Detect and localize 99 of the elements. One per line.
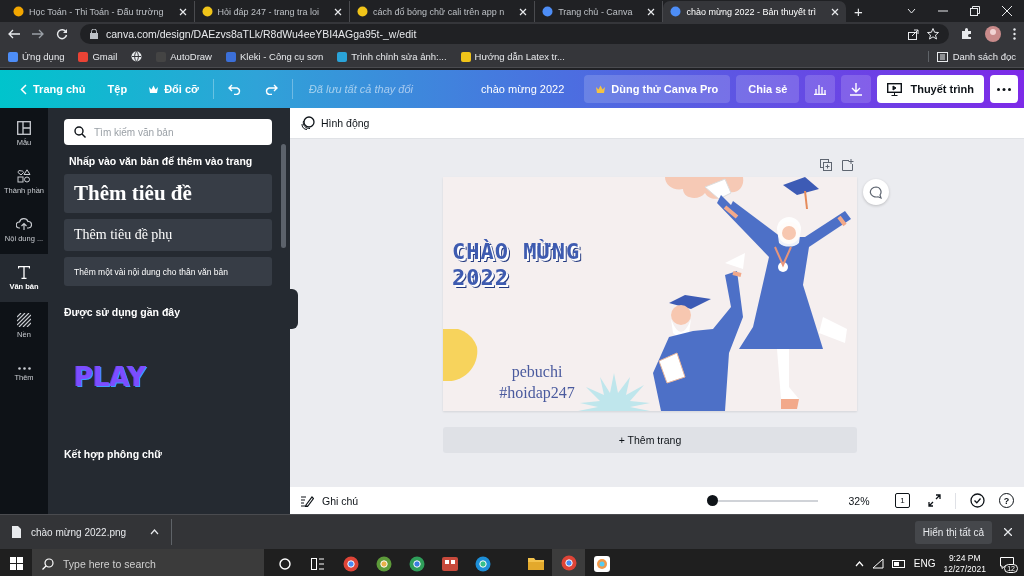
notes-icon [300, 494, 314, 507]
avatar-icon[interactable] [985, 26, 1001, 42]
close-icon[interactable] [831, 7, 839, 16]
hatch-pattern-icon [17, 313, 31, 327]
save-status: Đã lưu tất cả thay đổi [308, 83, 414, 95]
bookmark-icon [78, 51, 89, 62]
reading-list-button[interactable]: Danh sách đọc [927, 51, 1016, 62]
bookmark-link[interactable]: AutoDraw [156, 51, 212, 62]
bookmark-link[interactable]: Trình chỉnh sửa ảnh:... [337, 51, 447, 62]
share-icon[interactable] [908, 28, 919, 40]
heading-style-option[interactable]: Thêm tiêu đề [64, 174, 272, 213]
list-icon [936, 51, 948, 62]
bookmark-link[interactable]: Hướng dẫn Latex tr... [460, 51, 565, 62]
more-icon [17, 366, 31, 370]
design-title[interactable]: chào mừng 2022 [467, 83, 579, 95]
slider-thumb[interactable] [707, 495, 718, 506]
redo-icon[interactable] [263, 83, 278, 95]
comment-icon[interactable] [863, 179, 889, 205]
subheading-style-option[interactable]: Thêm tiêu đề phụ [64, 219, 272, 251]
layout-icon [17, 121, 31, 135]
body-text-style-option[interactable]: Thêm một vài nội dung cho thân văn bản [64, 257, 272, 286]
star-icon[interactable] [927, 28, 939, 40]
present-button[interactable]: Thuyết trình [877, 75, 984, 103]
try-pro-button[interactable]: Dùng thử Canva Pro [584, 75, 731, 103]
undo-icon[interactable] [227, 83, 242, 95]
site-icon [357, 6, 369, 17]
crown-icon [149, 85, 159, 93]
caret-icon[interactable] [150, 529, 160, 535]
share-button[interactable]: Chia sẻ [736, 75, 800, 103]
globe-icon[interactable] [131, 51, 143, 62]
fullscreen-icon[interactable] [928, 494, 941, 507]
bookmark-link[interactable]: Gmail [78, 51, 118, 62]
bookmark-link[interactable]: Ứng dụng [8, 51, 65, 62]
chevron-down-icon[interactable] [907, 8, 916, 14]
close-icon[interactable] [519, 7, 528, 16]
bookmark-icon [460, 51, 471, 62]
close-icon[interactable] [1004, 528, 1012, 536]
download-file-name[interactable]: chào mừng 2022.png [31, 526, 127, 538]
puzzle-icon[interactable] [961, 28, 973, 40]
text-t-icon [18, 265, 30, 279]
cloud-upload-icon [16, 217, 32, 231]
close-icon[interactable] [647, 7, 656, 16]
address-bar[interactable]: canva.com/design/DAEzvs8aTLk/R8dWu4eeYBI4AGga95t-_w/edit [80, 24, 949, 44]
design-credit-text[interactable]: pebuchi #hoidap247 [488, 361, 586, 403]
chevron-left-icon [20, 83, 27, 95]
design-page[interactable]: CHÀO MỪNG 2022 pebuchi #hoidap247 [443, 177, 857, 411]
monitor-icon [887, 82, 903, 96]
back-icon[interactable] [8, 29, 20, 39]
new-tab-button[interactable]: + [846, 2, 871, 22]
duplicate-icon[interactable] [820, 159, 832, 171]
search-field[interactable]: Tìm kiếm văn bản [64, 119, 272, 145]
add-page-button[interactable]: + Thêm trang [443, 427, 857, 453]
bar-chart-icon[interactable] [805, 75, 836, 103]
bookmark-icon [8, 51, 18, 62]
shapes-icon [17, 169, 31, 183]
menu-icon[interactable] [1013, 28, 1016, 40]
battery-icon[interactable] [891, 559, 906, 568]
site-icon [670, 6, 682, 17]
site-icon [542, 6, 554, 17]
close-icon[interactable] [1002, 6, 1012, 16]
section-heading: Kết hợp phông chữ [64, 448, 163, 460]
site-icon [13, 6, 24, 17]
animate-icon [300, 115, 315, 131]
wifi-icon[interactable] [871, 558, 884, 569]
section-heading: Được sử dụng gần đây [64, 306, 182, 318]
bookmark-icon [337, 51, 348, 62]
collapse-handle[interactable] [290, 289, 298, 329]
download-icon[interactable] [841, 75, 872, 103]
notes-button[interactable]: Ghi chú [300, 494, 359, 507]
bookmark-icon [226, 51, 236, 62]
search-icon [42, 558, 54, 570]
restore-icon[interactable] [970, 6, 980, 16]
sun-drawing [443, 329, 479, 381]
design-title-text[interactable]: CHÀO MỪNG 2022 [452, 239, 627, 291]
animate-button[interactable]: Hình động [300, 115, 370, 131]
site-icon [201, 6, 213, 17]
language-indicator[interactable]: ENG [913, 558, 936, 569]
check-circle-icon[interactable] [970, 493, 985, 508]
close-icon[interactable] [334, 7, 343, 16]
zoom-reading[interactable]: 32% [831, 494, 887, 507]
scrollbar[interactable] [281, 144, 286, 248]
file-icon[interactable] [12, 526, 21, 538]
add-page-icon[interactable] [842, 159, 854, 171]
reload-icon[interactable] [56, 28, 68, 40]
clock[interactable]: 9:24 PM 12/27/2021 [943, 552, 986, 575]
burst-drawing [578, 373, 650, 411]
panel-heading: Nhấp vào văn bản để thêm vào trang [69, 155, 254, 167]
browser-tab[interactable]: chào mừng 2022 - Bản thuyết trì [663, 1, 846, 22]
show-all-button[interactable]: Hiển thị tất cả [914, 520, 992, 544]
close-icon[interactable] [178, 7, 187, 16]
page-count-button[interactable]: 1 [895, 493, 910, 508]
bookmark-link[interactable]: Kleki - Công cụ sơn [226, 51, 324, 62]
search-field[interactable]: Type here to search [32, 549, 264, 576]
app-icon[interactable] [552, 549, 585, 576]
lock-icon [90, 29, 98, 39]
crown-icon [596, 85, 606, 93]
forward-icon[interactable] [32, 29, 44, 39]
more-icon[interactable] [990, 75, 1018, 103]
search-icon [74, 126, 86, 138]
